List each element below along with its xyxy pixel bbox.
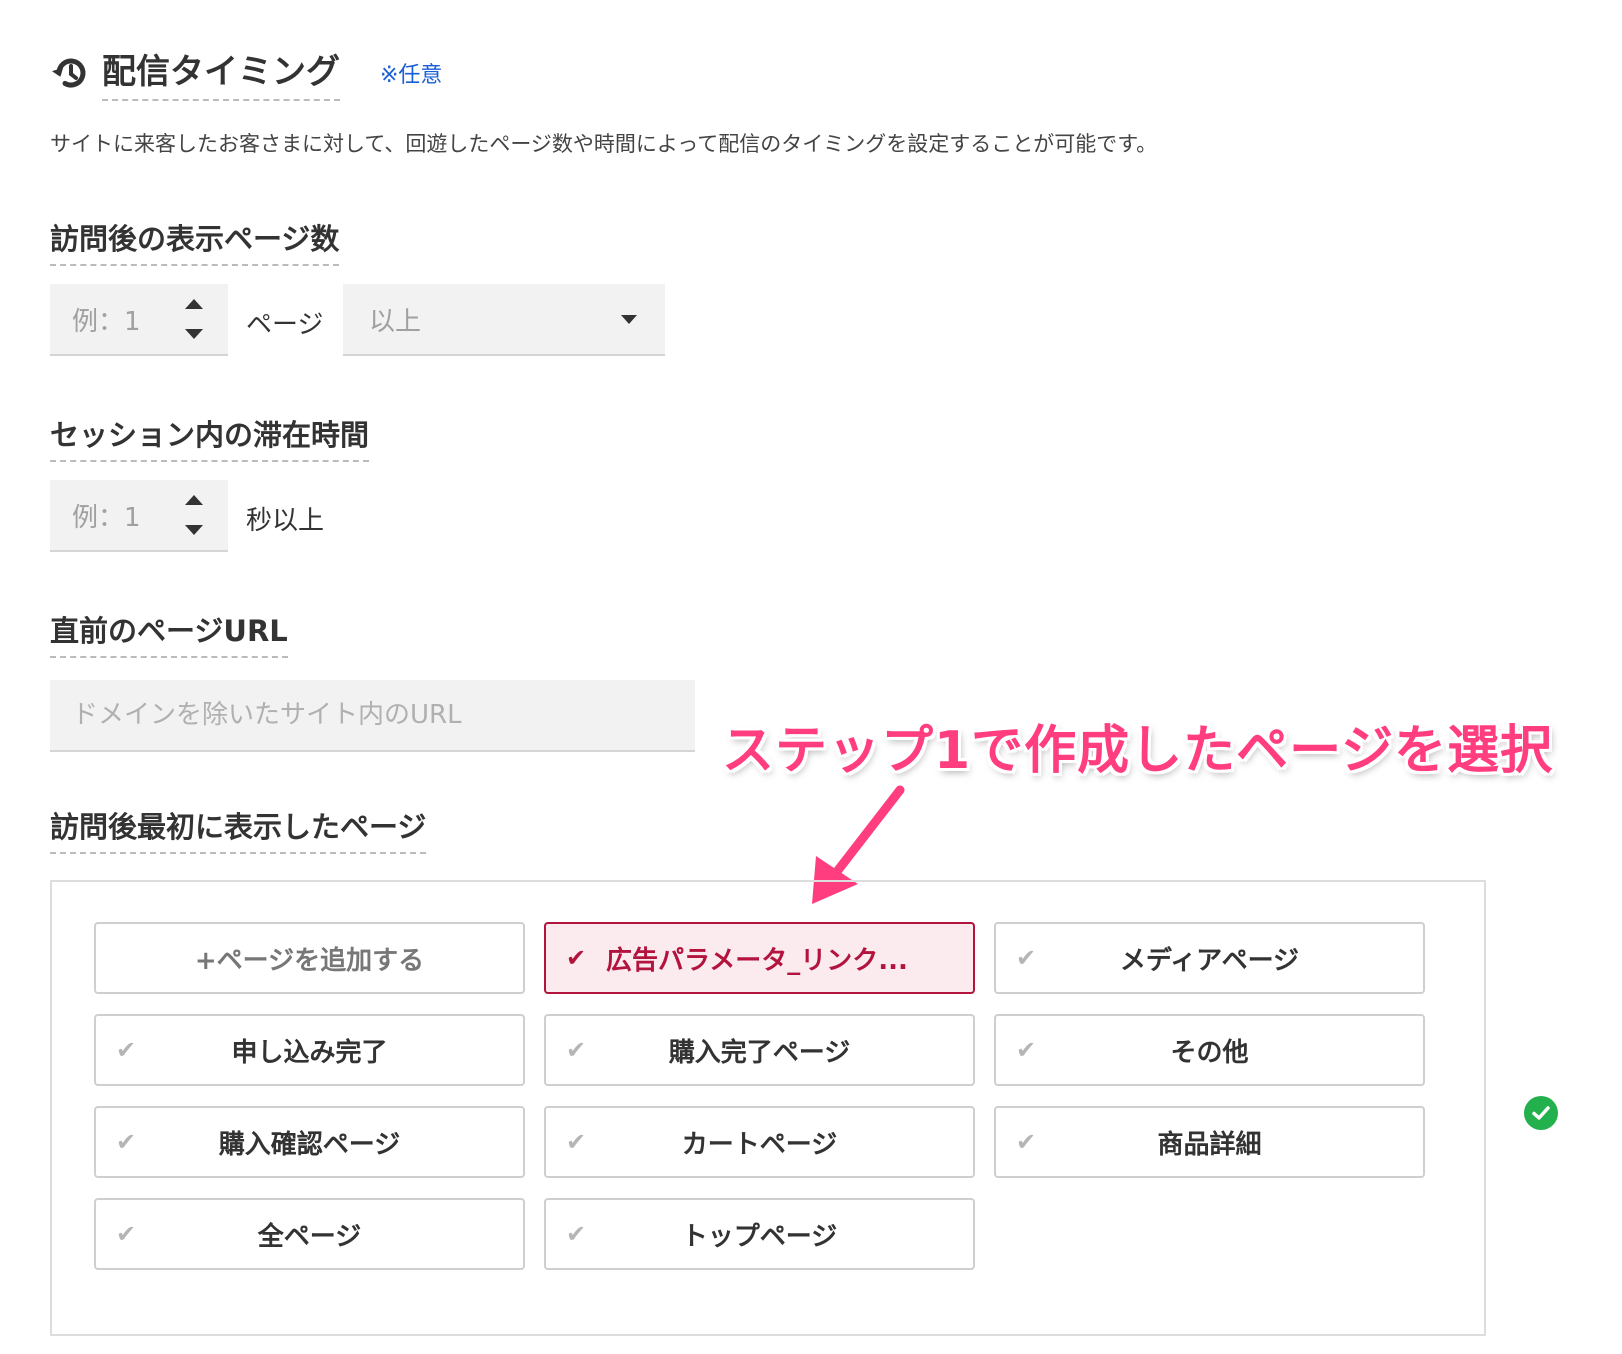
section-description: サイトに来客したお客さまに対して、回遊したページ数や時間によって配信のタイミング… bbox=[50, 132, 1158, 156]
increment-icon[interactable] bbox=[185, 299, 203, 309]
stepper-arrows[interactable] bbox=[174, 495, 214, 535]
check-icon: ✔ bbox=[1015, 1128, 1037, 1156]
page-option-cart[interactable]: ✔ カートページ bbox=[544, 1106, 975, 1178]
page-option-label: 購入完了ページ bbox=[668, 1037, 851, 1068]
page-option-purchase-complete[interactable]: ✔ 購入完了ページ bbox=[544, 1014, 975, 1086]
select-value: 以上 bbox=[369, 306, 422, 337]
valid-check-icon bbox=[1524, 1096, 1558, 1130]
stepper-arrows[interactable] bbox=[174, 299, 214, 339]
check-icon: ✔ bbox=[115, 1220, 137, 1248]
section-title: 配信タイミング bbox=[102, 44, 340, 101]
optional-badge: ※任意 bbox=[380, 62, 443, 88]
page-selection-box: +ページを追加する ✔ 広告パラメータ_リンク... ✔ メディアページ ✔ 申… bbox=[50, 880, 1486, 1336]
check-icon: ✔ bbox=[1015, 944, 1037, 972]
page-count-label: 訪問後の表示ページ数 bbox=[50, 216, 340, 266]
page-option-label: トップページ bbox=[681, 1221, 838, 1252]
decrement-icon[interactable] bbox=[185, 525, 203, 535]
page-option-label: 購入確認ページ bbox=[218, 1129, 401, 1160]
page-option-application-complete[interactable]: ✔ 申し込み完了 bbox=[94, 1014, 525, 1086]
history-icon bbox=[50, 52, 92, 94]
annotation-callout: ステップ1で作成したページを選択 bbox=[722, 721, 1554, 781]
check-icon: ✔ bbox=[565, 1036, 587, 1064]
page-option-product-detail[interactable]: ✔ 商品詳細 bbox=[994, 1106, 1425, 1178]
page-count-condition-select[interactable]: 以上 bbox=[343, 284, 665, 356]
page-option-media[interactable]: ✔ メディアページ bbox=[994, 922, 1425, 994]
page-count-stepper[interactable]: 例：1 bbox=[50, 284, 228, 356]
page-option-label: カートページ bbox=[681, 1129, 838, 1160]
page-count-placeholder: 例：1 bbox=[72, 306, 141, 337]
prev-url-input[interactable] bbox=[50, 680, 695, 752]
check-icon: ✔ bbox=[565, 1220, 587, 1248]
page-option-label: メディアページ bbox=[1119, 945, 1300, 976]
page-option-label: 申し込み完了 bbox=[231, 1037, 388, 1068]
page-option-other[interactable]: ✔ その他 bbox=[994, 1014, 1425, 1086]
page-option-ad-param[interactable]: ✔ 広告パラメータ_リンク... bbox=[544, 922, 975, 994]
page-option-label: その他 bbox=[1170, 1037, 1249, 1068]
add-page-label-wrap: +ページを追加する bbox=[96, 940, 523, 977]
session-time-stepper[interactable]: 例：1 bbox=[50, 480, 228, 552]
page-option-top-page[interactable]: ✔ トップページ bbox=[544, 1198, 975, 1270]
prev-url-label: 直前のページURL bbox=[50, 608, 288, 658]
page-option-purchase-confirm[interactable]: ✔ 購入確認ページ bbox=[94, 1106, 525, 1178]
page-option-all-pages[interactable]: ✔ 全ページ bbox=[94, 1198, 525, 1270]
increment-icon[interactable] bbox=[185, 495, 203, 505]
session-time-placeholder: 例：1 bbox=[72, 502, 141, 533]
session-time-unit: 秒以上 bbox=[246, 506, 325, 536]
page-option-label: 全ページ bbox=[257, 1221, 362, 1252]
page-count-unit: ページ bbox=[246, 310, 324, 340]
check-icon: ✔ bbox=[565, 944, 587, 972]
add-page-label: ページを追加する bbox=[216, 945, 425, 976]
session-time-label: セッション内の滞在時間 bbox=[50, 412, 370, 462]
add-page-button[interactable]: +ページを追加する bbox=[94, 922, 525, 994]
check-icon: ✔ bbox=[115, 1128, 137, 1156]
first-page-label: 訪問後最初に表示したページ bbox=[50, 804, 427, 854]
plus-icon: + bbox=[194, 945, 217, 976]
page-option-label: 商品詳細 bbox=[1157, 1129, 1262, 1160]
decrement-icon[interactable] bbox=[185, 329, 203, 339]
page-option-label: 広告パラメータ_リンク... bbox=[606, 945, 908, 976]
check-icon: ✔ bbox=[1015, 1036, 1037, 1064]
section-header: 配信タイミング ※任意 bbox=[50, 44, 442, 101]
check-icon: ✔ bbox=[565, 1128, 587, 1156]
check-icon: ✔ bbox=[115, 1036, 137, 1064]
chevron-down-icon bbox=[621, 314, 637, 324]
